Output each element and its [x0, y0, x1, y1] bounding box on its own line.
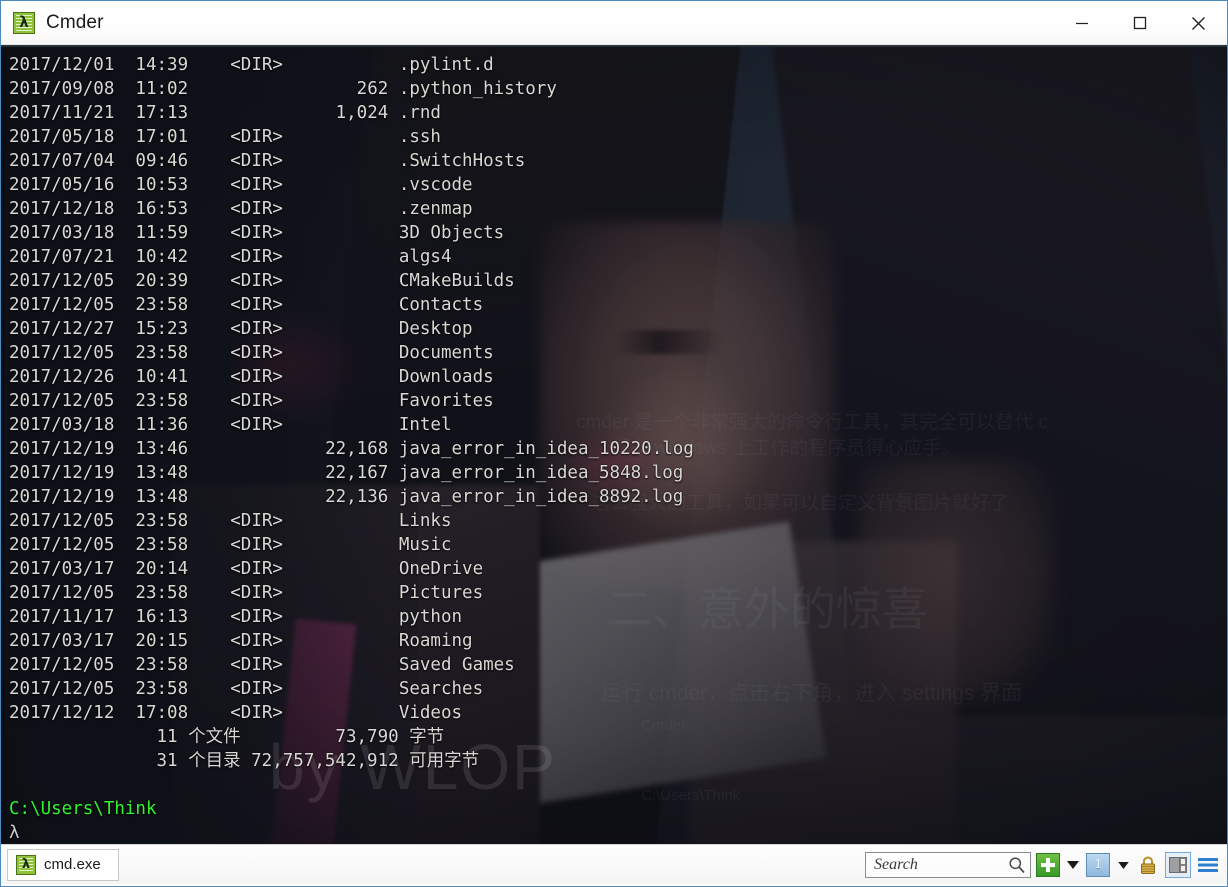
directory-entry: 2017/09/08 11:02 262 .python_history — [9, 79, 557, 99]
terminal-screen[interactable]: 2017/12/01 14:39 <DIR> .pylint.d 2017/09/… — [1, 47, 1227, 844]
directory-entry: 2017/07/21 10:42 <DIR> algs4 — [9, 247, 452, 267]
status-bar-controls: Search 1 — [865, 845, 1221, 885]
directory-entry: 2017/11/21 17:13 1,024 .rnd — [9, 103, 441, 123]
close-button[interactable] — [1169, 1, 1227, 45]
console-number-label: 1 — [1086, 853, 1110, 877]
new-console-dropdown-button[interactable] — [1065, 852, 1081, 878]
settings-icon — [1198, 858, 1218, 872]
window-controls — [1053, 1, 1227, 45]
directory-entry: 2017/07/04 09:46 <DIR> .SwitchHosts — [9, 151, 526, 171]
directory-entry: 2017/03/18 11:59 <DIR> 3D Objects — [9, 223, 505, 243]
settings-button[interactable] — [1195, 852, 1221, 878]
directory-entry: 2017/12/19 13:46 22,168 java_error_in_id… — [9, 439, 694, 459]
directory-entry: 2017/12/18 16:53 <DIR> .zenmap — [9, 199, 473, 219]
directory-entry: 2017/12/01 14:39 <DIR> .pylint.d — [9, 55, 494, 75]
directory-entry: 2017/12/27 15:23 <DIR> Desktop — [9, 319, 473, 339]
directory-entry: 2017/11/17 16:13 <DIR> python — [9, 607, 463, 627]
directory-entry: 2017/12/05 23:58 <DIR> Contacts — [9, 295, 484, 315]
lambda-icon-glyph: λ — [21, 857, 31, 872]
directory-entry: 2017/12/05 23:58 <DIR> Searches — [9, 679, 484, 699]
window-title: Cmder — [46, 11, 104, 33]
directory-entry: 2017/03/17 20:14 <DIR> OneDrive — [9, 559, 484, 579]
lock-button[interactable] — [1135, 852, 1161, 878]
lambda-icon-glyph: λ — [19, 13, 29, 31]
directory-entry: 2017/03/17 20:15 <DIR> Roaming — [9, 631, 473, 651]
directory-entry: 2017/05/18 17:01 <DIR> .ssh — [9, 127, 441, 147]
lock-icon — [1141, 856, 1155, 874]
summary-dirs-line: 31 个目录 72,757,542,912 可用字节 — [9, 751, 480, 771]
directory-entry: 2017/03/18 11:36 <DIR> Intel — [9, 415, 452, 435]
panels-icon — [1169, 857, 1187, 873]
minimize-button[interactable] — [1053, 1, 1111, 45]
lambda-icon: λ — [13, 11, 35, 34]
search-icon[interactable] — [1008, 856, 1026, 874]
maximize-button[interactable] — [1111, 1, 1169, 45]
chevron-down-icon — [1117, 861, 1129, 869]
chevron-down-icon — [1067, 861, 1079, 869]
directory-entry: 2017/12/05 23:58 <DIR> Documents — [9, 343, 494, 363]
title-bar: λ Cmder — [1, 1, 1227, 45]
panels-button[interactable] — [1165, 852, 1191, 878]
directory-entry: 2017/12/19 13:48 22,167 java_error_in_id… — [9, 463, 684, 483]
search-placeholder: Search — [874, 856, 918, 873]
minimize-icon — [1076, 22, 1088, 25]
directory-entry: 2017/12/05 23:58 <DIR> Music — [9, 535, 452, 555]
directory-entry: 2017/12/26 10:41 <DIR> Downloads — [9, 367, 494, 387]
directory-entry: 2017/12/19 13:48 22,136 java_error_in_id… — [9, 487, 684, 507]
active-console-button[interactable]: 1 — [1085, 852, 1111, 878]
search-input[interactable]: Search — [865, 852, 1031, 878]
status-bar: 02474? λ cmd.exe http://blog.csdn.net/u0… — [1, 844, 1227, 884]
directory-entry: 2017/12/05 20:39 <DIR> CMakeBuilds — [9, 271, 515, 291]
plus-icon — [1036, 853, 1060, 877]
close-icon — [1191, 16, 1205, 30]
lambda-icon: λ — [16, 854, 36, 875]
tab-cmd-exe[interactable]: λ cmd.exe — [7, 848, 119, 881]
directory-entry: 2017/12/12 17:08 <DIR> Videos — [9, 703, 463, 723]
new-console-button[interactable] — [1035, 852, 1061, 878]
directory-entry: 2017/12/05 23:58 <DIR> Saved Games — [9, 655, 515, 675]
directory-entry: 2017/12/05 23:58 <DIR> Pictures — [9, 583, 484, 603]
prompt-symbol[interactable]: λ — [9, 821, 1227, 844]
directory-entry: 2017/12/05 23:58 <DIR> Links — [9, 511, 452, 531]
directory-entry: 2017/12/05 23:58 <DIR> Favorites — [9, 391, 494, 411]
cmder-window: λ Cmder 2017/12/01 14:39 <DIR> .pylint.d… — [0, 0, 1228, 887]
maximize-icon — [1133, 16, 1147, 30]
terminal-area[interactable]: cmder 是一个非常强大的命令行工具，其完全可以替代 c 们在 windows… — [1, 45, 1227, 844]
console-dropdown-button[interactable] — [1115, 852, 1131, 878]
directory-entry: 2017/05/16 10:53 <DIR> .vscode — [9, 175, 473, 195]
tab-label: cmd.exe — [44, 856, 101, 873]
prompt-path: C:\Users\Think — [9, 799, 157, 819]
summary-files-line: 11 个文件 73,790 字节 — [9, 727, 445, 747]
